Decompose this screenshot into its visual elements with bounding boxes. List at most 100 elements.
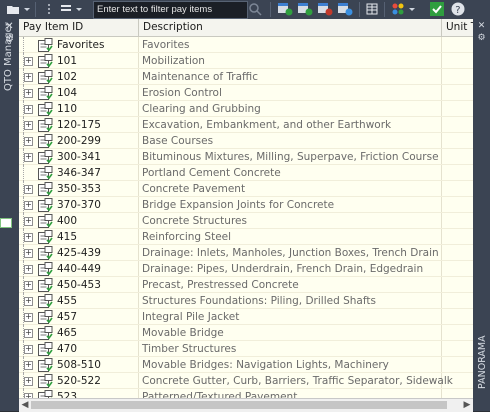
pay-item-id: 450-453: [57, 279, 101, 291]
folder-icon: [7, 6, 30, 14]
table-row[interactable]: Favorites Favorites: [19, 37, 473, 53]
table-row[interactable]: +470 Timber Structures: [19, 341, 473, 357]
pay-item-description: Erosion Control: [142, 87, 222, 99]
open-folder-dropdown-button[interactable]: [4, 1, 32, 17]
pay-item-description: Excavation, Embankment, and other Earthw…: [142, 119, 392, 131]
scroll-left-arrow-icon[interactable]: ◀: [20, 400, 30, 410]
expand-icon[interactable]: +: [24, 377, 33, 386]
expand-icon[interactable]: +: [24, 185, 33, 194]
table-row[interactable]: +200-299 Base Courses: [19, 133, 473, 149]
expand-icon[interactable]: +: [24, 57, 33, 66]
pay-items-grid: Pay Item ID Description Unit T Favorites…: [19, 19, 473, 398]
pay-item-category-icon: [38, 230, 53, 244]
pay-item-category-icon: [38, 214, 53, 228]
expand-icon[interactable]: +: [24, 153, 33, 162]
pay-item-category-icon: [38, 54, 53, 68]
expand-icon[interactable]: +: [24, 105, 33, 114]
expand-icon[interactable]: +: [24, 137, 33, 146]
table-row[interactable]: +350-353 Concrete Pavement: [19, 181, 473, 197]
expand-icon[interactable]: +: [24, 249, 33, 258]
expand-icon[interactable]: +: [24, 201, 33, 210]
remove-pay-item-icon[interactable]: [316, 1, 334, 17]
pay-item-category-icon: [38, 310, 53, 324]
pay-item-category-icon: [38, 278, 53, 292]
table-row[interactable]: +523 Patterned/Textured Pavement: [19, 389, 473, 398]
pay-item-id: 350-353: [57, 183, 101, 195]
checkmark-icon[interactable]: [429, 1, 445, 17]
table-row[interactable]: +300-341 Bituminous Mixtures, Milling, Su…: [19, 149, 473, 165]
horizontal-scrollbar[interactable]: ◀ ▶: [19, 398, 473, 412]
close-icon[interactable]: ✕: [475, 21, 488, 31]
pay-item-category-icon: [38, 342, 53, 356]
assign-pay-item-icon[interactable]: [296, 1, 314, 17]
expand-icon[interactable]: +: [24, 361, 33, 370]
expand-icon[interactable]: +: [24, 265, 33, 274]
table-row[interactable]: +400 Concrete Structures: [19, 213, 473, 229]
expand-icon[interactable]: +: [24, 297, 33, 306]
pay-item-category-icon: [38, 182, 53, 196]
pay-item-category-icon: [38, 358, 53, 372]
table-row[interactable]: 346-347 Portland Cement Concrete: [19, 165, 473, 181]
svg-text:?: ?: [455, 5, 460, 16]
add-pay-item-icon[interactable]: [276, 1, 294, 17]
pay-item-id: 104: [57, 87, 78, 99]
table-row[interactable]: +440-449 Drainage: Pipes, Underdrain, Fre…: [19, 261, 473, 277]
left-palette-bar: ✕ ⚙ QTO Manager: [0, 19, 19, 411]
table-row[interactable]: +110 Clearing and Grubbing: [19, 101, 473, 117]
table-row[interactable]: +415 Reinforcing Steel: [19, 229, 473, 245]
palette-grip[interactable]: [0, 218, 12, 228]
settings-icon[interactable]: ⚙: [475, 33, 488, 43]
search-icon[interactable]: [246, 1, 264, 17]
table-row[interactable]: +102 Maintenance of Traffic: [19, 69, 473, 85]
table-row[interactable]: +457 Integral Pile Jacket: [19, 309, 473, 325]
help-icon[interactable]: ?: [450, 1, 466, 17]
highlight-color-dropdown-button[interactable]: [390, 1, 420, 17]
pay-item-category-icon: [38, 102, 53, 116]
pay-item-id: Favorites: [57, 39, 105, 51]
expand-icon[interactable]: +: [24, 73, 33, 82]
pay-item-category-icon: [38, 326, 53, 340]
expand-icon[interactable]: +: [24, 329, 33, 338]
pay-item-description: Reinforcing Steel: [142, 231, 232, 243]
column-header-pay-item-id[interactable]: Pay Item ID: [19, 19, 138, 36]
scroll-right-arrow-icon[interactable]: ▶: [462, 400, 472, 410]
pay-item-category-icon: [38, 374, 53, 388]
expand-icon[interactable]: +: [24, 233, 33, 242]
filter-pay-items-input[interactable]: [93, 1, 248, 19]
color-dots-icon: [392, 3, 415, 15]
pay-item-id: 470: [57, 343, 78, 355]
right-palette-bar: ✕ ⚙ PANORAMA: [473, 19, 490, 411]
column-header-description[interactable]: Description: [139, 19, 441, 36]
list-icon: [61, 5, 82, 11]
pay-item-description: Favorites: [142, 39, 190, 51]
column-header-unit[interactable]: Unit T: [442, 19, 473, 36]
scrollbar-thumb[interactable]: [31, 401, 447, 409]
pay-item-report-icon[interactable]: [336, 1, 354, 17]
expand-icon[interactable]: +: [24, 313, 33, 322]
table-row[interactable]: +120-175 Excavation, Embankment, and othe…: [19, 117, 473, 133]
expand-icon[interactable]: +: [24, 121, 33, 130]
table-row[interactable]: +101 Mobilization: [19, 53, 473, 69]
pay-item-description: Concrete Pavement: [142, 183, 246, 195]
table-row[interactable]: +455 Structures Foundations: Piling, Dril…: [19, 293, 473, 309]
pay-item-category-icon: [38, 70, 53, 84]
table-row[interactable]: +450-453 Precast, Prestressed Concrete: [19, 277, 473, 293]
expand-icon[interactable]: +: [24, 217, 33, 226]
table-icon[interactable]: [364, 1, 380, 17]
table-row[interactable]: +370-370 Bridge Expansion Joints for Conc…: [19, 197, 473, 213]
pay-item-id: 455: [57, 295, 78, 307]
list-view-dropdown-button[interactable]: [58, 1, 86, 17]
table-row[interactable]: +425-439 Drainage: Inlets, Manholes, Junc…: [19, 245, 473, 261]
expand-icon[interactable]: +: [24, 89, 33, 98]
table-row[interactable]: +465 Movable Bridge: [19, 325, 473, 341]
tree-line: [23, 37, 32, 53]
table-row[interactable]: +520-522 Concrete Gutter, Curb, Barriers,…: [19, 373, 473, 389]
pay-item-description: Integral Pile Jacket: [142, 311, 240, 323]
expand-icon[interactable]: +: [24, 345, 33, 354]
table-row[interactable]: +508-510 Movable Bridges: Navigation Ligh…: [19, 357, 473, 373]
pay-item-id: 465: [57, 327, 78, 339]
expand-icon[interactable]: +: [24, 281, 33, 290]
pay-item-category-icon: [38, 118, 53, 132]
table-row[interactable]: +104 Erosion Control: [19, 85, 473, 101]
pay-item-description: Structures Foundations: Piling, Drilled …: [142, 295, 376, 307]
